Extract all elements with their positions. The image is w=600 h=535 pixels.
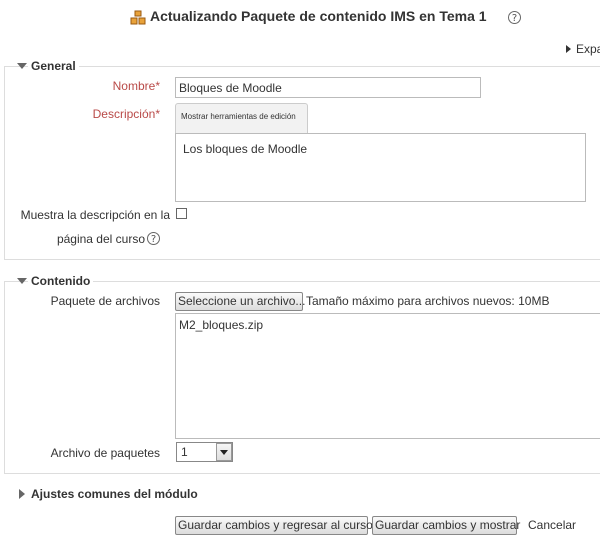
package-select-label: Archivo de paquetes [50,446,160,460]
file-drop-area[interactable]: M2_bloques.zip [175,313,600,439]
required-icon: * [155,107,160,121]
save-display-button[interactable]: Guardar cambios y mostrar [372,516,520,535]
dropdown-arrow[interactable] [216,443,232,461]
section-divider [4,473,600,474]
max-size-note: Tamaño máximo para archivos nuevos: 10MB [306,294,550,308]
package-icon [130,10,146,26]
package-label: Paquete de archivos [50,294,160,308]
description-editor[interactable]: Los bloques de Moodle [175,133,586,202]
page-title: Actualizando Paquete de contenido IMS en… [150,8,487,24]
expand-icon[interactable] [19,489,25,499]
section-general-legend[interactable]: General [28,59,79,73]
help-icon[interactable]: ? [147,232,160,245]
show-description-label: Muestra la descripción en la [20,208,170,222]
choose-file-button[interactable]: Seleccione un archivo... [175,292,305,311]
section-divider [4,259,600,260]
section-content-legend[interactable]: Contenido [28,274,94,288]
section-border [4,66,5,260]
save-return-button[interactable]: Guardar cambios y regresar al curso [175,516,373,535]
show-description-checkbox[interactable] [176,208,187,219]
section-divider [4,281,600,282]
section-common-settings-legend[interactable]: Ajustes comunes del módulo [28,487,201,501]
collapse-icon[interactable] [17,63,27,69]
description-label: Descripción* [92,107,160,121]
chevron-right-icon [566,45,571,53]
required-icon: * [155,79,160,93]
package-select-value: 1 [181,445,188,459]
editor-toolbar-toggle[interactable]: Mostrar herramientas de edición [175,103,308,133]
expand-all-link[interactable]: Expa [576,42,600,56]
section-divider [4,66,600,67]
collapse-icon[interactable] [17,278,27,284]
show-description-label-cont: página del curso [56,232,145,246]
chevron-down-icon [220,450,228,455]
name-label: Nombre* [112,79,160,93]
cancel-button[interactable]: Cancelar [528,518,576,532]
package-select[interactable]: 1 [176,442,233,462]
file-item[interactable]: M2_bloques.zip [179,318,263,332]
section-border [4,281,5,474]
name-input[interactable] [175,77,481,98]
help-icon[interactable]: ? [508,11,521,24]
